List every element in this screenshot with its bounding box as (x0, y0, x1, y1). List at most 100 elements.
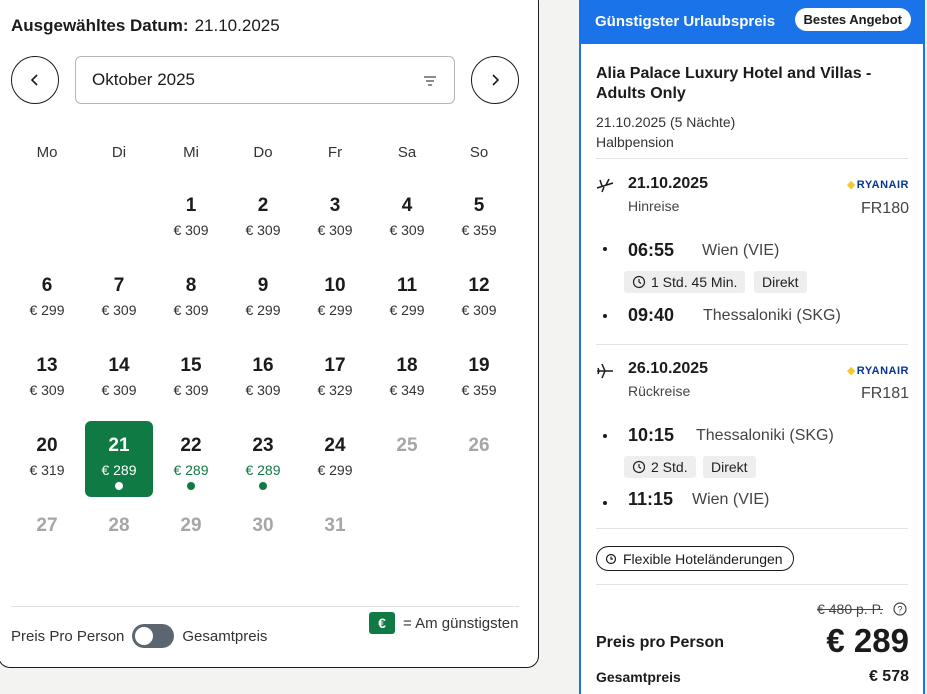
timeline-dot (603, 314, 607, 318)
calendar-day[interactable]: 9 € 299 (229, 261, 297, 337)
cheapest-dot-icon (115, 482, 123, 490)
day-price: € 359 (461, 382, 497, 398)
flexible-hotel-changes-pill[interactable]: Flexible Hoteländerungen (596, 546, 794, 571)
calendar-day[interactable]: 17 € 329 (301, 341, 369, 417)
price-mode-toggle[interactable] (132, 624, 175, 648)
chevron-right-icon (492, 74, 500, 86)
calendar-day[interactable]: 6 € 299 (13, 261, 81, 337)
calendar-day[interactable]: 10 € 299 (301, 261, 369, 337)
day-price: € 309 (173, 382, 209, 398)
day-number: 14 (108, 355, 130, 376)
calendar-day: 29 (157, 501, 225, 577)
calendar-day[interactable]: 21 € 289 (85, 421, 153, 497)
weekday-header: Mo (36, 144, 58, 161)
day-price: € 289 (245, 462, 281, 478)
calendar-day[interactable]: 20 € 319 (13, 421, 81, 497)
outbound-dep-time: 06:55 (628, 240, 675, 260)
flexible-hotel-changes-label: Flexible Hoteländerungen (623, 550, 783, 567)
weekday-header: Mi (183, 144, 199, 161)
calendar-day[interactable]: 23 € 289 (229, 421, 297, 497)
prev-month-button[interactable] (11, 56, 59, 104)
calendar-day[interactable]: 13 € 309 (13, 341, 81, 417)
inbound-date: 26.10.2025 (628, 360, 709, 377)
day-number: 11 (396, 275, 418, 296)
inbound-flight-number: FR181 (860, 385, 909, 402)
price-per-person-label: Preis pro Person (596, 634, 725, 651)
outbound-airline-logo: ◆RYANAIR (847, 178, 909, 191)
calendar-day: 30 (229, 501, 297, 577)
calendar-day[interactable]: 15 € 309 (157, 341, 225, 417)
selected-date-label: Ausgewähltes Datum: (11, 16, 189, 35)
toggle-label-total: Gesamtpreis (182, 627, 268, 645)
calendar-day[interactable]: 8 € 309 (157, 261, 225, 337)
clock-icon (632, 275, 646, 289)
weekday-header: Fr (327, 144, 343, 161)
calendar-day: 26 (445, 421, 513, 497)
weekday-header: So (469, 144, 489, 161)
outbound-duration-chip: 1 Std. 45 Min. (624, 271, 746, 293)
day-number: 31 (324, 515, 346, 536)
calendar-day[interactable]: 18 € 349 (373, 341, 441, 417)
calendar-day[interactable]: 3 € 309 (301, 181, 369, 257)
day-price: € 309 (101, 302, 137, 318)
toggle-label-per-person: Preis Pro Person (11, 627, 125, 645)
outbound-flight-number: FR180 (860, 200, 909, 217)
calendar-day[interactable]: 12 € 309 (445, 261, 513, 337)
calendar-day[interactable]: 11 € 299 (373, 261, 441, 337)
next-month-button[interactable] (471, 56, 519, 104)
day-number: 28 (108, 515, 130, 536)
day-number: 29 (180, 515, 202, 536)
outbound-dep-place: Wien (VIE) (702, 242, 780, 259)
board-type: Halbpension (596, 134, 674, 150)
calendar-day[interactable]: 19 € 359 (445, 341, 513, 417)
day-number: 10 (324, 275, 346, 296)
day-price: € 309 (173, 222, 209, 238)
calendar-day[interactable]: 2 € 309 (229, 181, 297, 257)
calendar-day[interactable]: 22 € 289 (157, 421, 225, 497)
divider (596, 344, 908, 345)
calendar-day[interactable]: 1 € 309 (157, 181, 225, 257)
day-number: 17 (324, 355, 346, 376)
toggle-knob (135, 627, 154, 645)
inbound-airline: RYANAIR (856, 365, 909, 377)
day-price: € 349 (389, 382, 425, 398)
day-price: € 309 (245, 222, 281, 238)
calendar-day[interactable]: 24 € 299 (301, 421, 369, 497)
info-icon[interactable]: ? (893, 602, 907, 616)
month-select[interactable]: Oktober 2025 (75, 56, 455, 104)
legend-text: = Am günstigsten (403, 614, 519, 632)
divider (596, 528, 908, 529)
outbound-arr-place: Thessaloniki (SKG) (703, 307, 841, 324)
euro-icon: € (369, 612, 395, 634)
calendar-day: 25 (373, 421, 441, 497)
inbound-airline-logo: ◆RYANAIR (847, 364, 909, 377)
cheapest-dot-icon (259, 482, 267, 490)
day-number: 30 (252, 515, 274, 536)
calendar-day[interactable]: 16 € 309 (229, 341, 297, 417)
inbound-duration-chip: 2 Std. (624, 456, 696, 478)
calendar-day[interactable]: 4 € 309 (373, 181, 441, 257)
calendar-day[interactable]: 7 € 309 (85, 261, 153, 337)
day-price: € 359 (461, 222, 497, 238)
total-price-value: € 578 (868, 668, 909, 685)
day-number: 12 (468, 275, 490, 296)
selected-date-value: 21.10.2025 (194, 16, 280, 35)
weekday-header: Di (111, 144, 127, 161)
timeline-dot (603, 501, 607, 505)
day-number: 8 (185, 275, 197, 296)
total-price-label: Gesamtpreis (596, 669, 681, 685)
timeline-dot (603, 434, 607, 438)
day-number: 4 (401, 195, 413, 216)
day-price: € 299 (317, 462, 353, 478)
day-price: € 289 (173, 462, 209, 478)
offer-panel: Günstigster Urlaubspreis Bestes Angebot … (579, 0, 925, 694)
calendar-day[interactable]: 14 € 309 (85, 341, 153, 417)
calendar-panel: Ausgewähltes Datum: 21.10.2025 Oktober 20… (0, 0, 539, 668)
inbound-type-chip: Direkt (703, 456, 756, 478)
filter-icon (424, 76, 436, 86)
day-price: € 299 (317, 302, 353, 318)
day-number: 3 (329, 195, 341, 216)
calendar-day[interactable]: 5 € 359 (445, 181, 513, 257)
inbound-dep-place: Thessaloniki (SKG) (696, 427, 834, 444)
price-mode-toggle-row: Preis Pro Person Gesamtpreis (11, 624, 267, 648)
